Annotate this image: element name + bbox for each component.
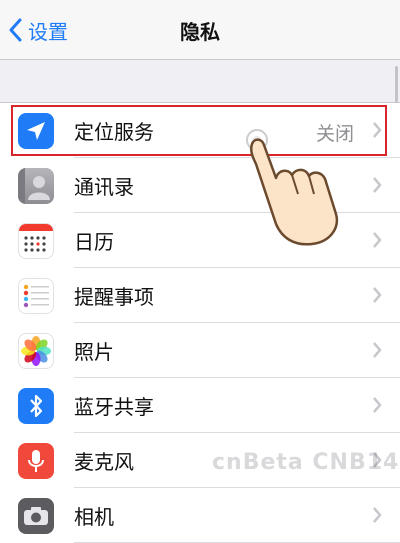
- reminders-icon: [18, 277, 54, 314]
- chevron-right-icon: [373, 122, 382, 138]
- calendar-icon: [18, 222, 54, 259]
- row-label: 相机: [74, 505, 114, 529]
- microphone-icon: [18, 442, 54, 479]
- camera-icon: [18, 497, 54, 534]
- bluetooth-icon: [18, 387, 54, 424]
- row-label: 提醒事项: [74, 285, 154, 309]
- row-label: 蓝牙共享: [74, 395, 154, 419]
- tap-hand-icon: [246, 129, 339, 246]
- row-label: 通讯录: [74, 175, 134, 199]
- chevron-right-icon: [373, 507, 382, 523]
- photos-icon: [18, 332, 54, 369]
- page-title: 隐私: [180, 20, 220, 44]
- chevron-right-icon: [373, 397, 382, 413]
- photos-row[interactable]: 照片: [0, 323, 400, 378]
- chevron-right-icon: [373, 177, 382, 193]
- contacts-icon: [18, 167, 54, 204]
- chevron-right-icon: [373, 342, 382, 358]
- chevron-right-icon: [373, 287, 382, 303]
- row-label: 日历: [74, 230, 114, 254]
- reminders-row[interactable]: 提醒事项: [0, 268, 400, 323]
- camera-row[interactable]: 相机: [0, 488, 400, 543]
- navigation-bar: 设置 隐私: [0, 0, 400, 60]
- chevron-right-icon: [373, 232, 382, 248]
- bluetooth-sharing-row[interactable]: 蓝牙共享: [0, 378, 400, 433]
- watermark: cnBeta CNB14: [212, 450, 400, 475]
- location-arrow-icon: [18, 112, 54, 149]
- row-label: 定位服务: [74, 120, 154, 144]
- row-label: 麦克风: [74, 450, 134, 474]
- row-label: 照片: [74, 340, 114, 364]
